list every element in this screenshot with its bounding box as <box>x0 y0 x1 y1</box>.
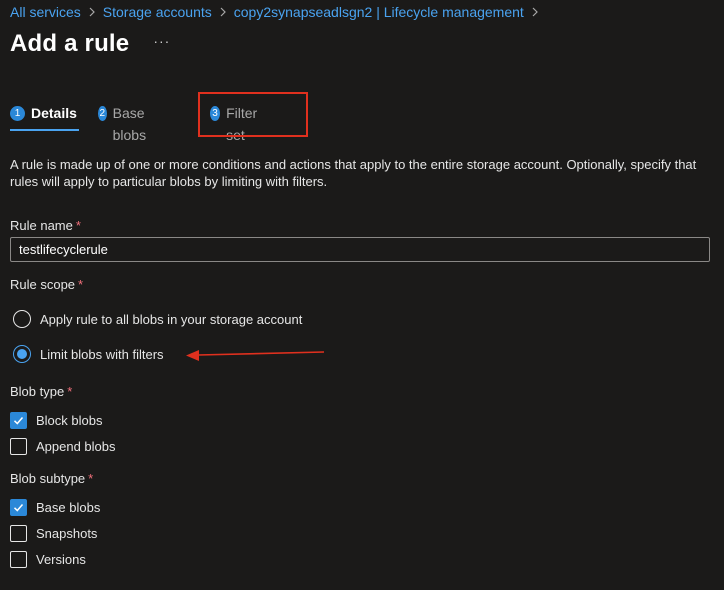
checkbox-label: Base blobs <box>36 500 101 515</box>
checkmark-icon <box>13 417 24 425</box>
breadcrumb-all-services[interactable]: All services <box>10 3 81 21</box>
tab-number-badge: 1 <box>10 106 25 121</box>
rule-name-input[interactable] <box>10 237 710 262</box>
rule-name-label: Rule name * <box>10 218 81 233</box>
blob-subtype-label: Blob subtype * <box>10 471 93 486</box>
versions-checkbox[interactable]: Versions <box>10 551 86 568</box>
checkbox-label: Versions <box>36 552 86 567</box>
checkbox-label: Block blobs <box>36 413 103 428</box>
breadcrumb-lifecycle-management[interactable]: copy2synapseadlsgn2 | Lifecycle manageme… <box>234 3 524 21</box>
checkmark-icon <box>13 504 24 512</box>
breadcrumb: All services Storage accounts copy2synap… <box>10 3 546 21</box>
more-options-button[interactable]: ··· <box>153 34 170 54</box>
blob-type-label: Blob type * <box>10 384 72 399</box>
rule-scope-label-text: Rule scope <box>10 277 76 292</box>
append-blobs-checkbox[interactable]: Append blobs <box>10 438 116 455</box>
tab-base-blobs[interactable]: 2 Base blobs <box>98 102 152 143</box>
snapshots-checkbox[interactable]: Snapshots <box>10 525 97 542</box>
annotation-arrow-icon <box>186 350 325 361</box>
base-blobs-checkbox[interactable]: Base blobs <box>10 499 100 516</box>
tab-details[interactable]: 1 Details <box>10 102 79 132</box>
radio-label: Apply rule to all blobs in your storage … <box>40 311 303 327</box>
title-row: Add a rule ··· <box>10 30 170 58</box>
tab-label: Details <box>31 105 77 121</box>
rule-scope-label: Rule scope * <box>10 277 83 292</box>
tab-label: Base blobs <box>112 105 147 143</box>
radio-button[interactable] <box>13 345 31 363</box>
checkbox-label: Snapshots <box>36 526 98 541</box>
page-title: Add a rule <box>10 30 130 57</box>
add-rule-page: All services Storage accounts copy2synap… <box>0 0 724 590</box>
scope-all-blobs-radio[interactable]: Apply rule to all blobs in your storage … <box>13 310 302 328</box>
radio-button[interactable] <box>13 310 31 328</box>
checkbox[interactable] <box>10 551 27 568</box>
tab-number-badge: 2 <box>98 106 107 121</box>
chevron-right-icon <box>212 7 234 17</box>
required-marker: * <box>78 277 84 292</box>
checkbox[interactable] <box>10 412 27 429</box>
checkbox[interactable] <box>10 525 27 542</box>
rule-description: A rule is made up of one or more conditi… <box>10 157 697 189</box>
chevron-right-icon <box>524 7 546 17</box>
breadcrumb-storage-accounts[interactable]: Storage accounts <box>103 3 212 21</box>
blob-type-label-text: Blob type <box>10 384 65 399</box>
blob-subtype-label-text: Blob subtype <box>10 471 86 486</box>
checkbox[interactable] <box>10 438 27 455</box>
required-marker: * <box>67 384 73 399</box>
required-marker: * <box>88 471 94 486</box>
radio-label: Limit blobs with filters <box>40 346 164 362</box>
required-marker: * <box>75 218 81 233</box>
checkbox[interactable] <box>10 499 27 516</box>
block-blobs-checkbox[interactable]: Block blobs <box>10 412 102 429</box>
checkbox-label: Append blobs <box>36 439 116 454</box>
chevron-right-icon <box>81 7 103 17</box>
annotation-highlight-box <box>198 92 308 137</box>
rule-name-label-text: Rule name <box>10 218 73 233</box>
scope-limit-filters-radio[interactable]: Limit blobs with filters <box>13 345 164 363</box>
